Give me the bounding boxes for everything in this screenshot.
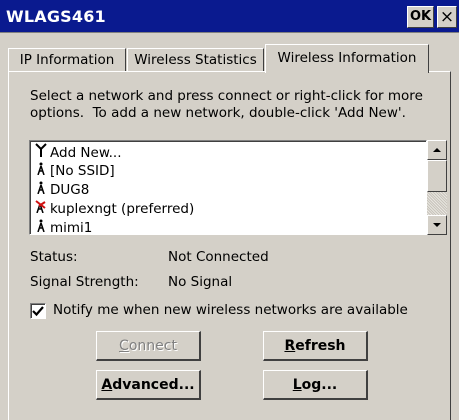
tab-label: Wireless Information [277, 50, 417, 66]
close-button[interactable]: × [437, 6, 457, 28]
tab-label: Wireless Statistics [134, 52, 257, 68]
tab-panel [8, 71, 451, 420]
ok-button[interactable]: OK [407, 6, 434, 28]
window-title: WLAGS461 [6, 7, 106, 26]
tab-wireless-statistics[interactable]: Wireless Statistics [127, 48, 264, 72]
tab-label: IP Information [19, 52, 115, 68]
tab-wireless-information[interactable]: Wireless Information [265, 44, 429, 73]
title-bar: WLAGS461 OK × [0, 0, 459, 33]
tab-ip-information[interactable]: IP Information [8, 48, 126, 72]
